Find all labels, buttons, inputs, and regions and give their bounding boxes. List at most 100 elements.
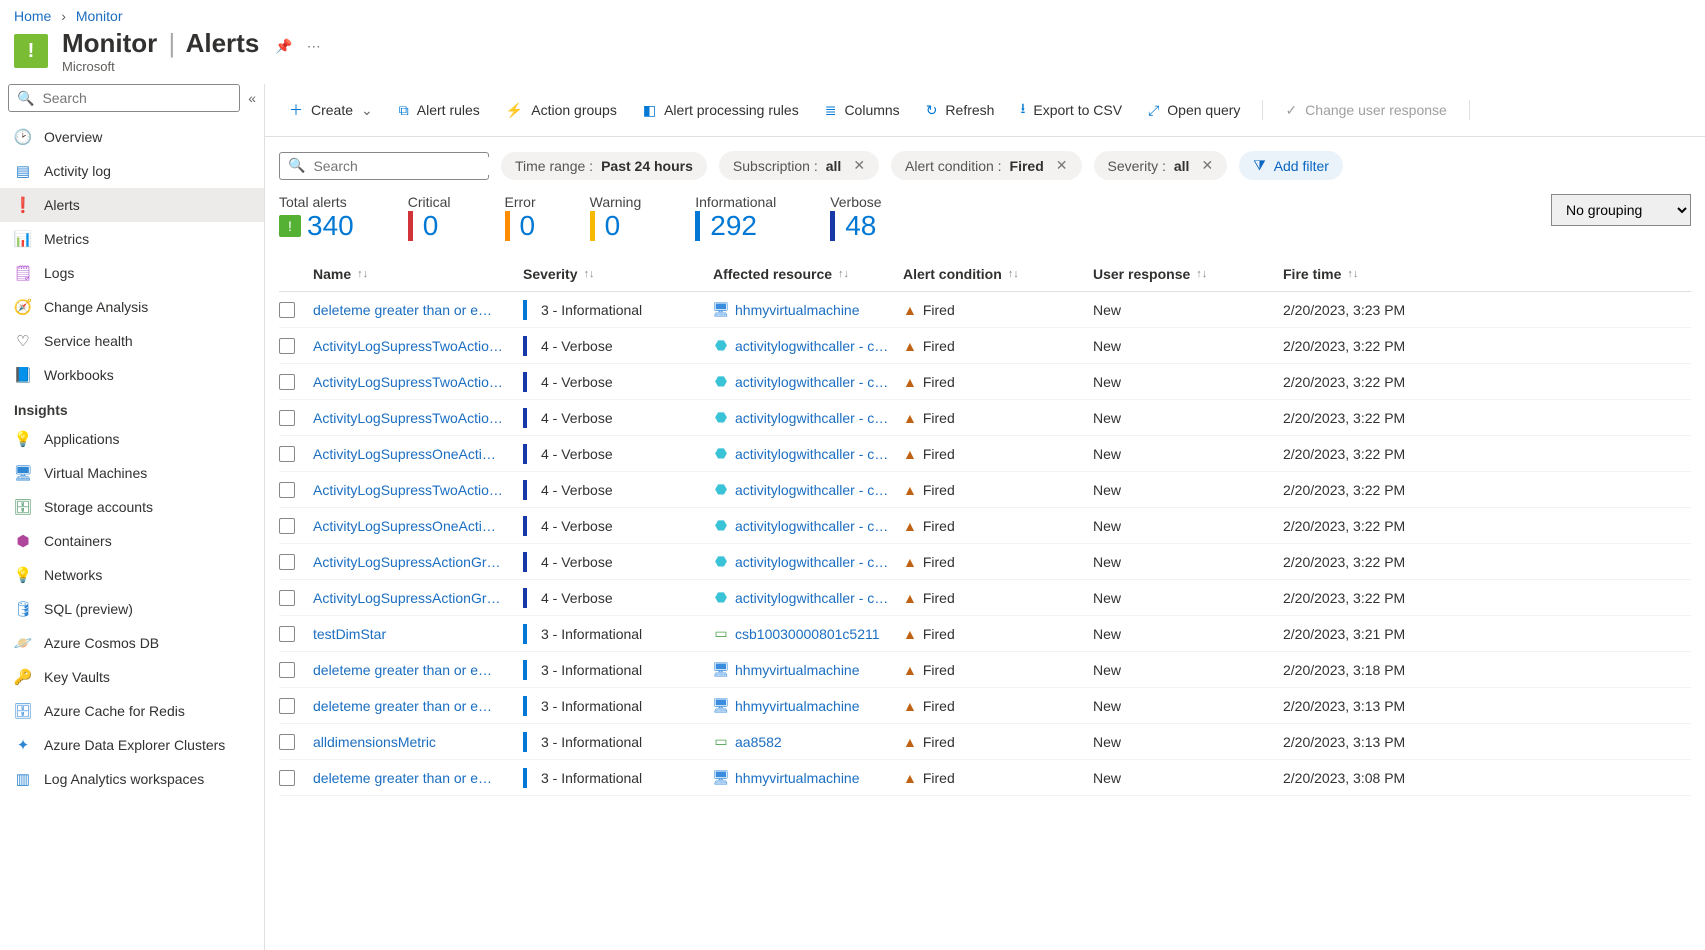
sidebar-item-alerts[interactable]: ❗Alerts — [0, 188, 264, 222]
row-checkbox[interactable] — [279, 590, 295, 606]
summary-total[interactable]: Total alerts !340 — [279, 194, 354, 242]
alert-name-link[interactable]: testDimStar — [313, 626, 386, 642]
alert-name-link[interactable]: alldimensionsMetric — [313, 734, 436, 750]
alert-name-link[interactable]: ActivityLogSupressTwoActio… — [313, 374, 503, 390]
table-row[interactable]: ActivityLogSupressTwoActio…4 - Verbose⬣a… — [279, 364, 1691, 400]
content-search[interactable]: 🔍 — [279, 152, 489, 180]
table-row[interactable]: ActivityLogSupressTwoActio…4 - Verbose⬣a… — [279, 328, 1691, 364]
resource-link[interactable]: aa8582 — [735, 734, 782, 750]
table-row[interactable]: testDimStar3 - Informational▭csb10030000… — [279, 616, 1691, 652]
filter-alert-condition[interactable]: Alert condition : Fired ✕ — [891, 151, 1081, 180]
sidebar-item-virtual-machines[interactable]: 🖥Virtual Machines — [0, 456, 264, 490]
sidebar-item-service-health[interactable]: ♡Service health — [0, 324, 264, 358]
grouping-select[interactable]: No grouping — [1551, 194, 1691, 226]
col-fire[interactable]: Fire time↑↓ — [1283, 266, 1483, 282]
resource-link[interactable]: activitylogwithcaller - c… — [735, 554, 888, 570]
row-checkbox[interactable] — [279, 554, 295, 570]
alert-name-link[interactable]: ActivityLogSupressTwoActio… — [313, 482, 503, 498]
alert-name-link[interactable]: ActivityLogSupressTwoActio… — [313, 410, 503, 426]
filter-subscription[interactable]: Subscription : all ✕ — [719, 151, 879, 180]
resource-link[interactable]: activitylogwithcaller - c… — [735, 410, 888, 426]
content-search-input[interactable] — [311, 157, 496, 175]
collapse-sidebar-icon[interactable]: « — [248, 90, 256, 106]
summary-warning[interactable]: Warning 0 — [590, 194, 642, 242]
row-checkbox[interactable] — [279, 734, 295, 750]
sidebar-item-change-analysis[interactable]: 🧭Change Analysis — [0, 290, 264, 324]
row-checkbox[interactable] — [279, 302, 295, 318]
summary-verbose[interactable]: Verbose 48 — [830, 194, 881, 242]
row-checkbox[interactable] — [279, 446, 295, 462]
sidebar-search[interactable]: 🔍 — [8, 84, 240, 112]
close-icon[interactable]: ✕ — [853, 157, 865, 174]
row-checkbox[interactable] — [279, 482, 295, 498]
table-row[interactable]: deleteme greater than or e…3 - Informati… — [279, 760, 1691, 796]
col-condition[interactable]: Alert condition↑↓ — [903, 266, 1093, 282]
table-row[interactable]: deleteme greater than or e…3 - Informati… — [279, 688, 1691, 724]
sidebar-item-containers[interactable]: ⬢Containers — [0, 524, 264, 558]
action-groups-button[interactable]: ⚡ Action groups — [496, 96, 627, 125]
open-query-button[interactable]: ⤢ Open query — [1138, 96, 1250, 125]
alert-name-link[interactable]: ActivityLogSupressTwoActio… — [313, 338, 503, 354]
row-checkbox[interactable] — [279, 338, 295, 354]
close-icon[interactable]: ✕ — [1201, 157, 1213, 174]
columns-button[interactable]: ≣ Columns — [815, 96, 910, 125]
col-resource[interactable]: Affected resource↑↓ — [713, 266, 903, 282]
sidebar-item-sql-preview-[interactable]: 🛢SQL (preview) — [0, 592, 264, 626]
summary-informational[interactable]: Informational 292 — [695, 194, 776, 242]
sidebar-item-azure-data-explorer-clusters[interactable]: ✦Azure Data Explorer Clusters — [0, 728, 264, 762]
sidebar-item-key-vaults[interactable]: 🔑Key Vaults — [0, 660, 264, 694]
row-checkbox[interactable] — [279, 698, 295, 714]
breadcrumb-home[interactable]: Home — [14, 8, 51, 24]
resource-link[interactable]: activitylogwithcaller - c… — [735, 518, 888, 534]
filter-time-range[interactable]: Time range : Past 24 hours — [501, 152, 707, 180]
resource-link[interactable]: hhmyvirtualmachine — [735, 662, 860, 678]
alert-name-link[interactable]: ActivityLogSupressOneActi… — [313, 446, 496, 462]
table-row[interactable]: deleteme greater than or e…3 - Informati… — [279, 292, 1691, 328]
summary-critical[interactable]: Critical 0 — [408, 194, 451, 242]
pin-icon[interactable]: 📌 — [275, 38, 292, 55]
table-row[interactable]: ActivityLogSupressOneActi…4 - Verbose⬣ac… — [279, 436, 1691, 472]
table-row[interactable]: deleteme greater than or e…3 - Informati… — [279, 652, 1691, 688]
row-checkbox[interactable] — [279, 626, 295, 642]
sidebar-item-applications[interactable]: 💡Applications — [0, 422, 264, 456]
table-row[interactable]: ActivityLogSupressActionGr…4 - Verbose⬣a… — [279, 544, 1691, 580]
row-checkbox[interactable] — [279, 518, 295, 534]
create-button[interactable]: ＋ Create ⌄ — [279, 94, 383, 126]
summary-error[interactable]: Error 0 — [505, 194, 536, 242]
sidebar-item-networks[interactable]: 💡Networks — [0, 558, 264, 592]
resource-link[interactable]: activitylogwithcaller - c… — [735, 446, 888, 462]
alert-name-link[interactable]: deleteme greater than or e… — [313, 698, 492, 714]
alert-name-link[interactable]: deleteme greater than or e… — [313, 770, 492, 786]
alert-name-link[interactable]: ActivityLogSupressActionGr… — [313, 554, 501, 570]
col-severity[interactable]: Severity↑↓ — [523, 266, 713, 282]
alert-rules-button[interactable]: ⧉ Alert rules — [389, 96, 490, 125]
alert-name-link[interactable]: deleteme greater than or e… — [313, 662, 492, 678]
alert-name-link[interactable]: deleteme greater than or e… — [313, 302, 492, 318]
table-row[interactable]: ActivityLogSupressTwoActio…4 - Verbose⬣a… — [279, 400, 1691, 436]
sidebar-item-overview[interactable]: 🕑Overview — [0, 120, 264, 154]
table-row[interactable]: alldimensionsMetric3 - Informational▭aa8… — [279, 724, 1691, 760]
row-checkbox[interactable] — [279, 770, 295, 786]
add-filter-button[interactable]: ⧩ Add filter — [1239, 151, 1343, 180]
export-csv-button[interactable]: ⭳ Export to CSV — [1010, 92, 1132, 128]
resource-link[interactable]: csb10030000801c5211 — [735, 626, 880, 642]
sidebar-item-azure-cosmos-db[interactable]: 🪐Azure Cosmos DB — [0, 626, 264, 660]
close-icon[interactable]: ✕ — [1056, 157, 1068, 174]
processing-rules-button[interactable]: ◧ Alert processing rules — [633, 96, 809, 125]
more-icon[interactable]: ⋯ — [307, 38, 321, 55]
alert-name-link[interactable]: ActivityLogSupressActionGr… — [313, 590, 501, 606]
col-name[interactable]: Name↑↓ — [313, 266, 523, 282]
sidebar-search-input[interactable] — [40, 89, 231, 107]
sidebar-item-storage-accounts[interactable]: 🗄Storage accounts — [0, 490, 264, 524]
resource-link[interactable]: activitylogwithcaller - c… — [735, 338, 888, 354]
sidebar-item-log-analytics-workspaces[interactable]: ▥Log Analytics workspaces — [0, 762, 264, 796]
col-response[interactable]: User response↑↓ — [1093, 266, 1283, 282]
table-row[interactable]: ActivityLogSupressOneActi…4 - Verbose⬣ac… — [279, 508, 1691, 544]
table-row[interactable]: ActivityLogSupressActionGr…4 - Verbose⬣a… — [279, 580, 1691, 616]
row-checkbox[interactable] — [279, 662, 295, 678]
resource-link[interactable]: activitylogwithcaller - c… — [735, 374, 888, 390]
table-row[interactable]: ActivityLogSupressTwoActio…4 - Verbose⬣a… — [279, 472, 1691, 508]
sidebar-item-metrics[interactable]: 📊Metrics — [0, 222, 264, 256]
sidebar-item-activity-log[interactable]: ▤Activity log — [0, 154, 264, 188]
refresh-button[interactable]: ↻ Refresh — [916, 96, 1005, 125]
